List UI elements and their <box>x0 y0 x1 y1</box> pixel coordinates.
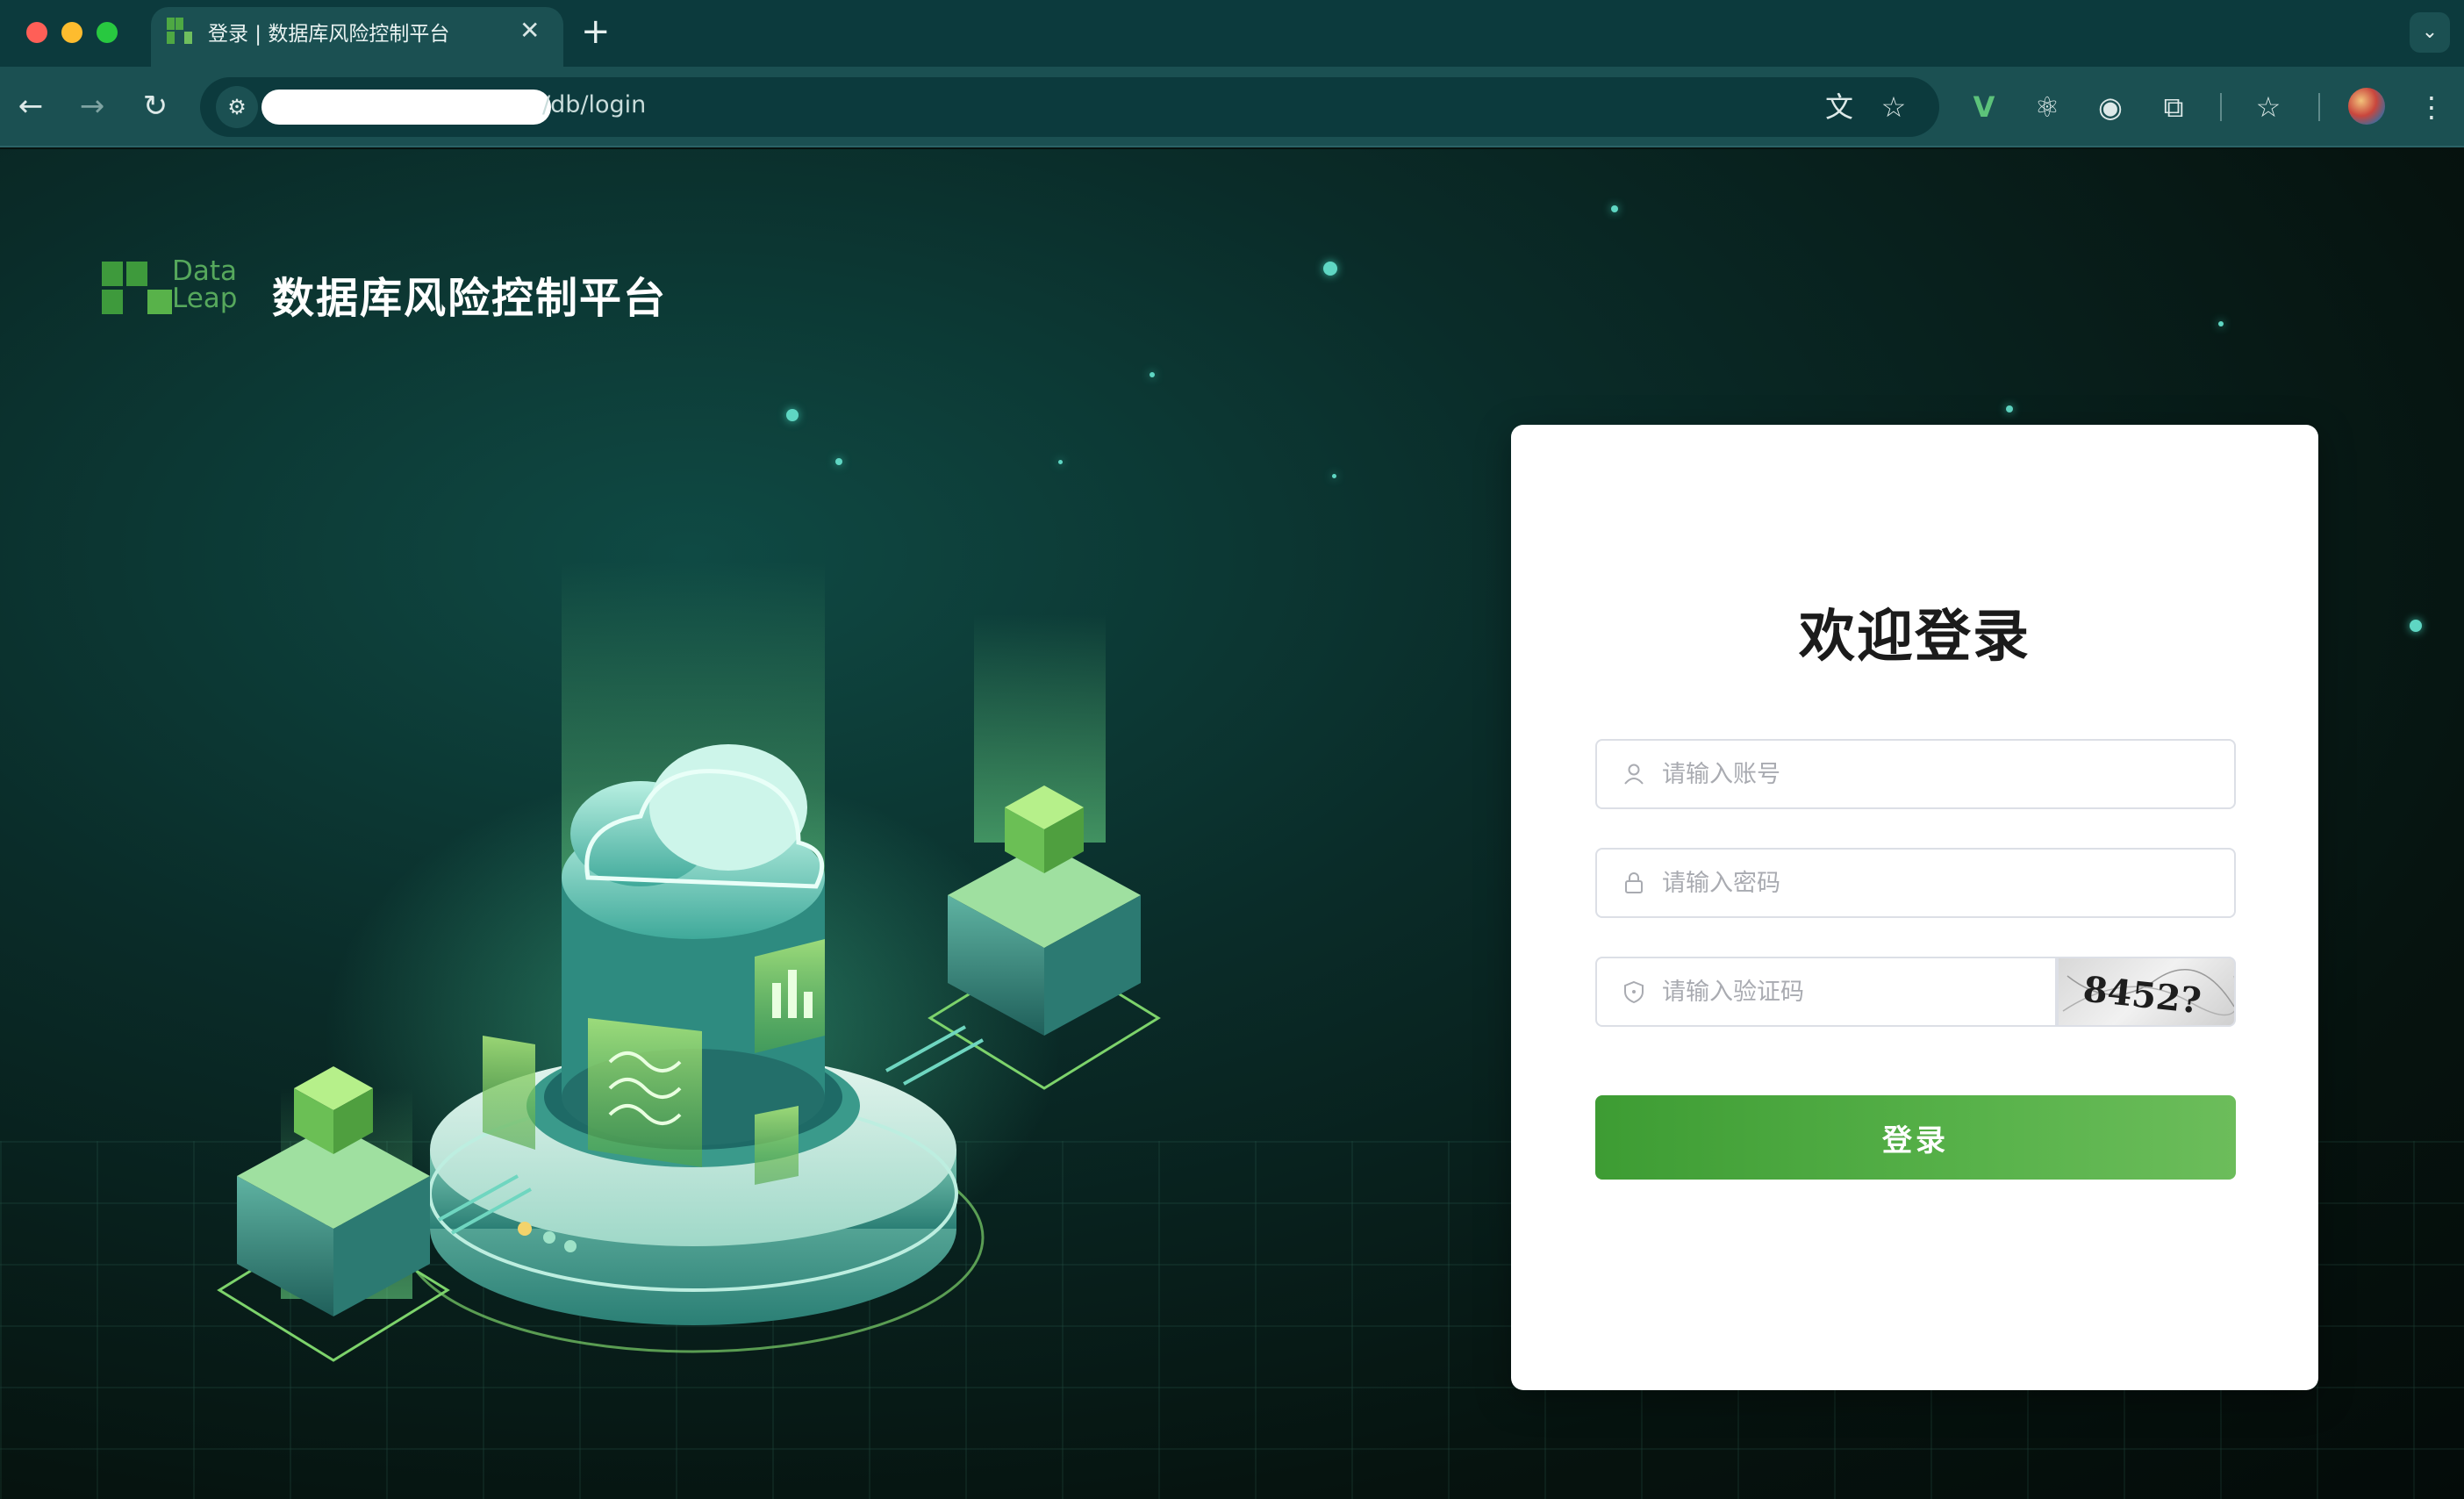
login-button[interactable]: 登录 <box>1595 1095 2236 1180</box>
background-star <box>1611 205 1618 212</box>
bookmarks-icon[interactable]: ☆ <box>2248 87 2289 127</box>
background-star <box>786 409 799 421</box>
captcha-image[interactable]: 8452? <box>2057 957 2236 1027</box>
dataleap-logo-icon <box>102 262 172 314</box>
reload-icon[interactable]: ↻ <box>133 84 177 128</box>
background-star <box>2410 620 2422 632</box>
url-text[interactable]: /db/login <box>542 91 646 118</box>
translate-icon[interactable]: 文 <box>1822 90 1857 125</box>
site-settings-tune-icon[interactable]: ⚙ <box>216 86 258 128</box>
background-star <box>1323 262 1337 276</box>
lock-icon <box>1625 872 1643 893</box>
extensions-puzzle-icon[interactable]: ⧉ <box>2153 87 2194 127</box>
browser-tab-bar: 登录 | 数据库风险控制平台 ✕ + ⌄ <box>0 0 2464 67</box>
login-title: 欢迎登录 <box>1799 605 2031 670</box>
captcha-noise: 8452? <box>2062 969 2234 1022</box>
minimize-window-button[interactable] <box>61 22 82 43</box>
login-page: Data Leap 数据库风险控制平台 欢迎登录 请输入账号 请输入验证码 84… <box>0 149 2464 1499</box>
toolbar-separator <box>2220 93 2222 121</box>
react-devtools-icon[interactable]: ⚛ <box>2027 87 2067 127</box>
captcha-text: 8452? <box>2081 969 2203 1022</box>
background-star <box>2006 405 2013 412</box>
tab-search-chevron-down-icon[interactable]: ⌄ <box>2410 12 2450 53</box>
server-cloud-illustration <box>217 562 1161 1362</box>
username-input[interactable] <box>1662 741 2224 807</box>
zoom-window-button[interactable] <box>97 22 118 43</box>
tab-favicon-icon <box>167 18 192 44</box>
username-field[interactable] <box>1595 739 2236 809</box>
password-input[interactable] <box>1662 850 2224 916</box>
new-tab-button[interactable]: + <box>581 11 611 53</box>
background-star <box>1058 460 1063 464</box>
profile-avatar[interactable] <box>2348 88 2385 125</box>
toolbar-separator <box>2318 93 2320 121</box>
login-card: 欢迎登录 8452? <box>1511 425 2318 1390</box>
extension-c-icon[interactable]: ◉ <box>2090 87 2131 127</box>
captcha-input[interactable] <box>1662 958 2048 1025</box>
app-title: 数据库风险控制平台 <box>272 274 668 323</box>
logo-word-data: Data <box>172 255 238 287</box>
background-star <box>1150 372 1155 377</box>
tab-close-icon[interactable]: ✕ <box>519 16 540 46</box>
shield-icon <box>1624 980 1644 1004</box>
background-star <box>2218 321 2224 326</box>
address-bar[interactable]: ⚙ /db/login 文 ☆ <box>200 77 1939 137</box>
captcha-field[interactable] <box>1595 957 2057 1027</box>
logo-word-leap: Leap <box>172 283 238 314</box>
password-field[interactable] <box>1595 848 2236 918</box>
background-star <box>835 458 842 465</box>
dataleap-logo-word: Data Leap <box>172 258 237 312</box>
user-icon <box>1624 764 1644 785</box>
background-star <box>1332 474 1336 478</box>
close-window-button[interactable] <box>26 22 47 43</box>
tab-title: 登录 | 数据库风险控制平台 <box>208 23 450 46</box>
bookmark-star-icon[interactable]: ☆ <box>1876 90 1911 125</box>
forward-arrow-icon[interactable]: → <box>70 84 114 128</box>
menu-icon[interactable]: ⋮ <box>2411 87 2452 127</box>
redacted-url-mask <box>261 90 551 125</box>
back-arrow-icon[interactable]: ← <box>9 84 53 128</box>
vue-devtools-icon[interactable]: V <box>1964 87 2004 127</box>
